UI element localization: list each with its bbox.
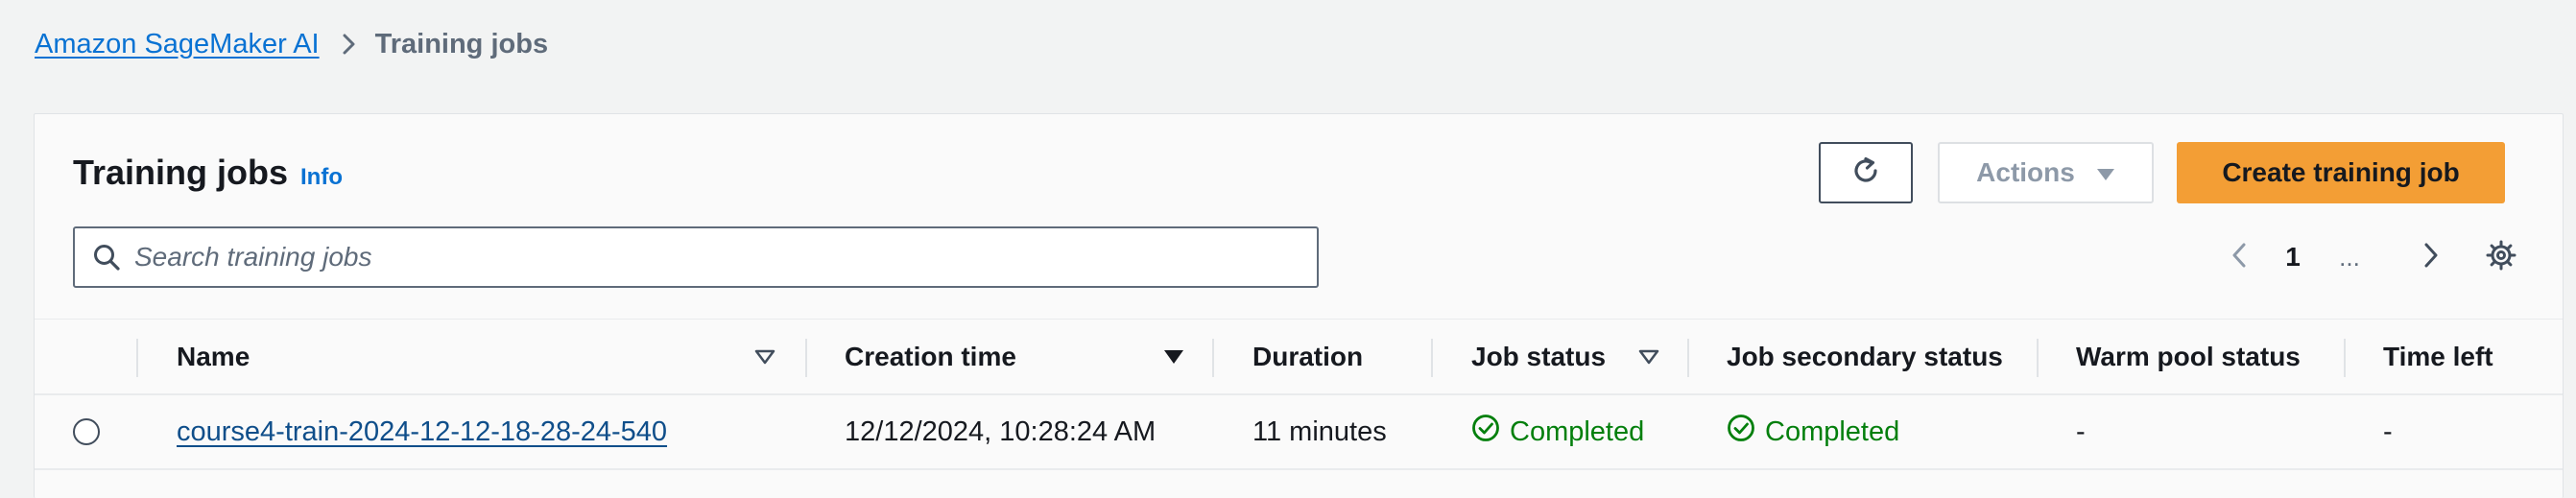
column-header-creation-time[interactable]: Creation time xyxy=(845,320,1016,394)
refresh-icon xyxy=(1849,154,1882,192)
search-field[interactable] xyxy=(73,226,1319,288)
column-header-duration[interactable]: Duration xyxy=(1252,320,1363,394)
secondary-status-cell: Completed xyxy=(1727,395,1899,468)
check-circle-icon xyxy=(1471,414,1500,450)
breadcrumb-sagemaker-link[interactable]: Amazon SageMaker AI xyxy=(35,29,320,60)
actions-dropdown[interactable]: Actions xyxy=(1938,142,2154,203)
training-job-link[interactable]: course4-train-2024-12-12-18-28-24-540 xyxy=(177,416,667,448)
pagination-ellipsis: ... xyxy=(2339,242,2360,272)
duration-cell: 11 minutes xyxy=(1252,415,1387,447)
job-status-cell: Completed xyxy=(1471,395,1644,468)
row-select-radio[interactable] xyxy=(73,418,100,445)
check-circle-icon xyxy=(1727,414,1755,450)
breadcrumb: Amazon SageMaker AI Training jobs xyxy=(35,25,548,63)
table-header: Name Creation time Duration Job status J… xyxy=(35,319,2563,395)
page-title: Training jobs xyxy=(73,153,289,192)
caret-down-icon xyxy=(2096,157,2115,188)
column-header-name[interactable]: Name xyxy=(177,320,250,394)
table-row[interactable]: course4-train-2024-12-12-18-28-24-540 12… xyxy=(35,395,2563,470)
column-header-job-status[interactable]: Job status xyxy=(1471,320,1606,394)
secondary-status-text: Completed xyxy=(1765,415,1900,447)
column-header-warm-pool-status[interactable]: Warm pool status xyxy=(2076,320,2301,394)
column-divider xyxy=(136,339,138,377)
chevron-right-icon xyxy=(343,34,356,55)
page-number-button[interactable]: 1 xyxy=(2278,233,2307,281)
warm-pool-status-cell: - xyxy=(2076,415,2086,447)
preferences-button[interactable] xyxy=(2482,233,2520,281)
column-divider xyxy=(1212,339,1214,377)
job-status-text: Completed xyxy=(1510,415,1645,447)
sort-icon[interactable] xyxy=(1638,320,1659,394)
column-divider xyxy=(805,339,807,377)
column-header-time-left[interactable]: Time left xyxy=(2383,320,2493,394)
info-link[interactable]: Info xyxy=(300,164,343,191)
previous-page-button[interactable] xyxy=(2225,233,2254,281)
create-training-job-button[interactable]: Create training job xyxy=(2177,142,2505,203)
chevron-right-icon xyxy=(2423,243,2439,273)
time-left-cell: - xyxy=(2383,415,2393,447)
creation-time-cell: 12/12/2024, 10:28:24 AM xyxy=(845,415,1157,447)
column-divider xyxy=(2037,339,2039,377)
column-divider xyxy=(2344,339,2346,377)
sort-icon[interactable] xyxy=(754,320,775,394)
training-jobs-table-container: Training jobs Info Actions Create traini… xyxy=(34,113,2564,498)
search-icon xyxy=(90,241,123,273)
column-divider xyxy=(1431,339,1433,377)
column-divider xyxy=(1687,339,1689,377)
breadcrumb-current: Training jobs xyxy=(374,28,549,59)
next-page-button[interactable] xyxy=(2417,233,2445,281)
column-header-job-secondary-status[interactable]: Job secondary status xyxy=(1727,320,2003,394)
refresh-button[interactable] xyxy=(1819,142,1913,203)
gear-icon xyxy=(2485,239,2517,276)
search-input[interactable] xyxy=(132,241,1317,273)
chevron-left-icon xyxy=(2231,243,2247,273)
actions-label: Actions xyxy=(1976,157,2075,187)
sort-descending-icon[interactable] xyxy=(1163,320,1184,394)
